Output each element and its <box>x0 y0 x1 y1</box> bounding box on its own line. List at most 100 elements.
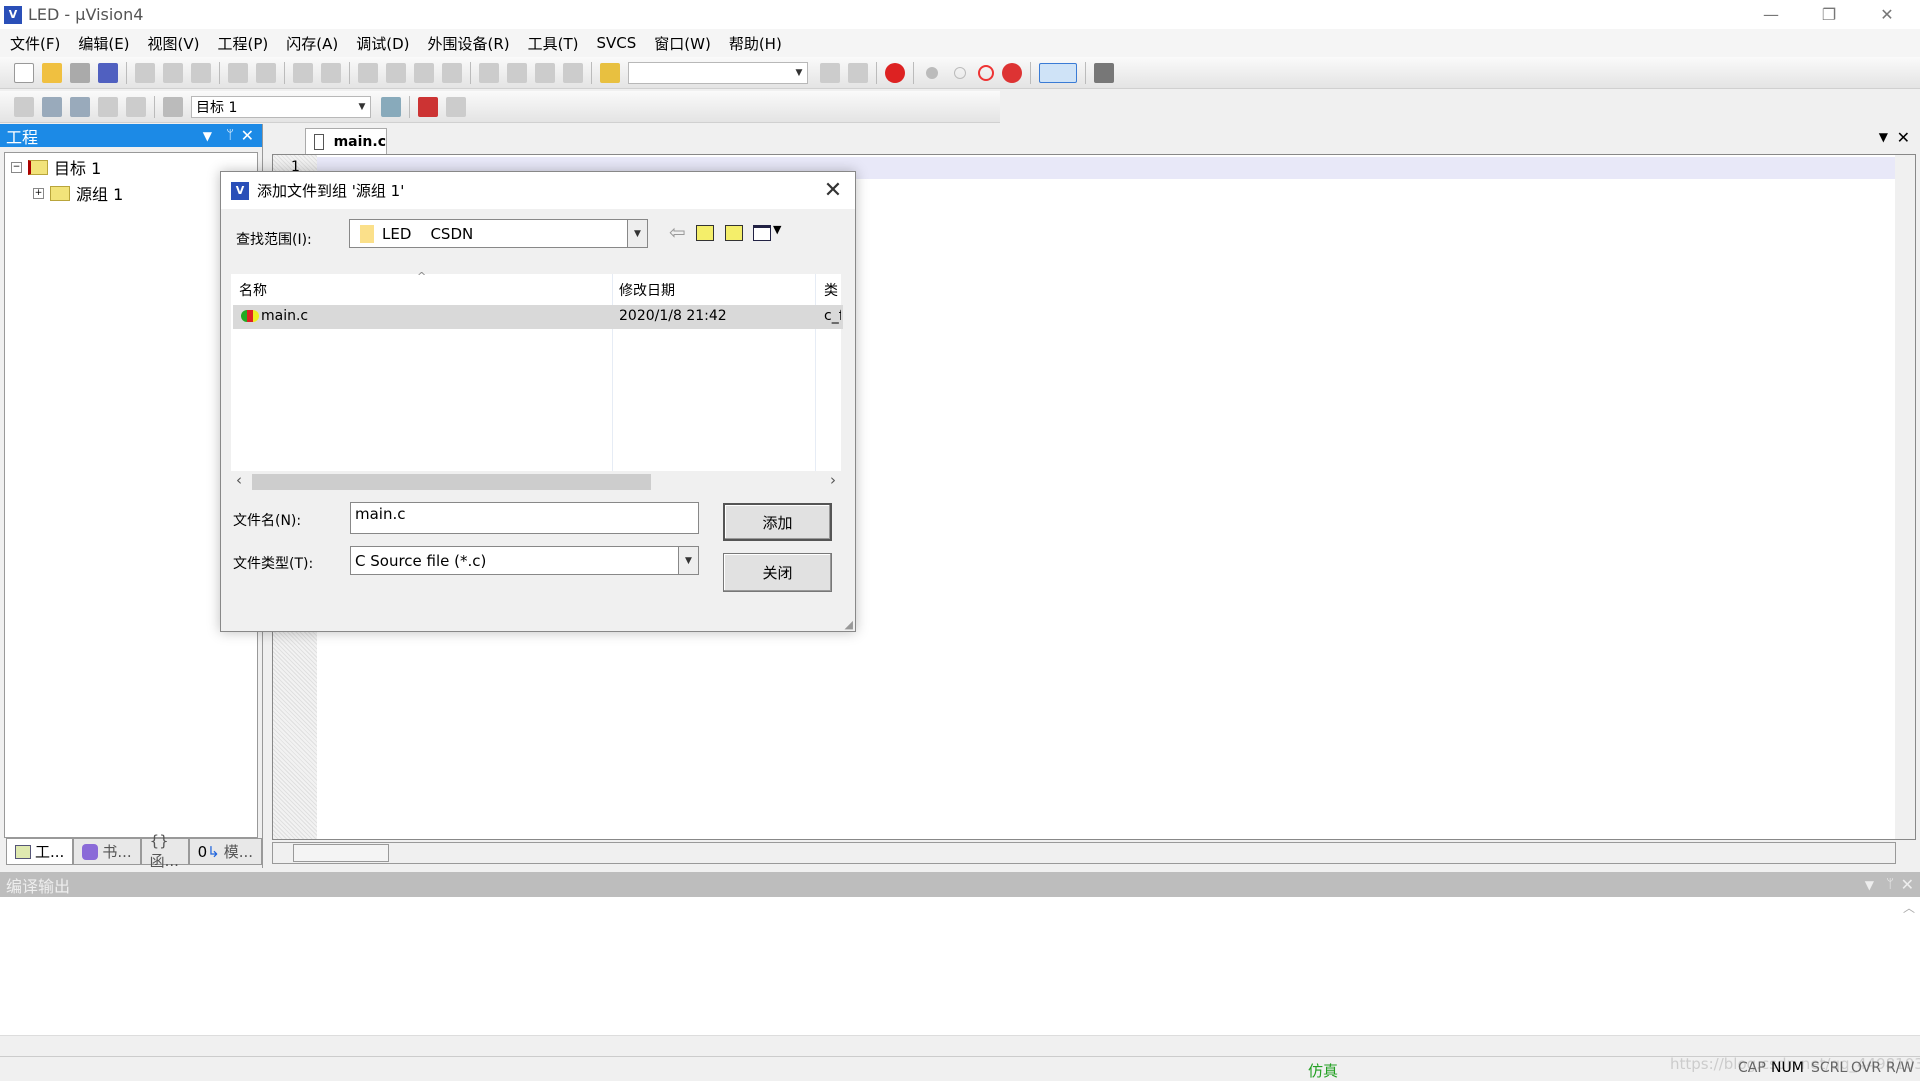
breakpoint-icon[interactable] <box>926 66 938 79</box>
menu-project[interactable]: 工程(P) <box>218 33 269 54</box>
redo-icon[interactable] <box>256 62 276 83</box>
incremental-find-icon[interactable] <box>848 62 868 83</box>
scroll-thumb[interactable] <box>252 474 651 490</box>
menu-flash[interactable]: 闪存(A) <box>286 33 338 54</box>
vertical-scrollbar[interactable]: ︿ <box>1900 899 1918 1037</box>
new-file-icon[interactable] <box>14 62 34 83</box>
debug-session-icon[interactable] <box>885 62 905 83</box>
column-name[interactable]: 名称 <box>239 280 267 300</box>
paste-icon[interactable] <box>191 62 211 83</box>
expand-icon[interactable]: + <box>33 187 44 199</box>
books-icon <box>82 843 99 860</box>
tab-project[interactable]: 工... <box>6 838 74 865</box>
bookmark-next-icon[interactable] <box>414 62 434 83</box>
new-folder-icon[interactable] <box>725 225 743 241</box>
bookmark-icon[interactable] <box>358 62 378 83</box>
find-in-files-icon[interactable] <box>600 62 620 83</box>
bookmark-prev-icon[interactable] <box>386 62 406 83</box>
pin-icon[interactable]: ᛘ <box>226 128 234 143</box>
outdent-icon[interactable] <box>507 62 527 83</box>
save-icon[interactable] <box>70 62 90 83</box>
copy-icon[interactable] <box>163 62 183 83</box>
collapse-icon[interactable]: − <box>11 161 22 173</box>
save-all-icon[interactable] <box>98 62 118 83</box>
column-type[interactable]: 类 <box>824 280 841 300</box>
look-in-select[interactable]: LED CSDN ▼ <box>349 219 648 248</box>
find-icon[interactable] <box>820 62 840 83</box>
target-select[interactable]: 目标 1 ▼ <box>191 95 371 118</box>
menu-help[interactable]: 帮助(H) <box>729 33 782 54</box>
cut-icon[interactable] <box>135 62 155 83</box>
indent-icon[interactable] <box>479 62 499 83</box>
pin-icon[interactable]: ᛘ <box>1886 877 1894 892</box>
bookmark-clear-icon[interactable] <box>442 62 462 83</box>
build-output-panel: 编译输出 ▼ ᛘ ✕ ︿ <box>0 872 1920 1037</box>
select-packs-icon[interactable] <box>446 96 466 117</box>
build-icon[interactable] <box>42 96 62 117</box>
filetype-select[interactable]: C Source file (*.c) ▼ <box>350 546 699 575</box>
menu-bar: 文件(F) 编辑(E) 视图(V) 工程(P) 闪存(A) 调试(D) 外围设备… <box>0 29 1920 57</box>
menu-file[interactable]: 文件(F) <box>10 33 60 54</box>
load-icon[interactable] <box>163 96 183 117</box>
tab-functions[interactable]: {} 函... <box>140 832 189 870</box>
view-menu-icon[interactable] <box>753 225 771 241</box>
find-combo[interactable]: ▼ <box>628 61 808 84</box>
scroll-thumb[interactable] <box>293 844 389 862</box>
column-date[interactable]: 修改日期 <box>619 280 675 300</box>
nav-forward-icon[interactable] <box>321 62 341 83</box>
menu-edit[interactable]: 编辑(E) <box>78 33 129 54</box>
menu-svcs[interactable]: SVCS <box>597 34 637 52</box>
up-folder-icon[interactable] <box>696 225 714 241</box>
close-dialog-button[interactable]: 关闭 <box>723 553 832 592</box>
tab-main-c[interactable]: main.c <box>305 128 387 154</box>
menu-debug[interactable]: 调试(D) <box>356 33 409 54</box>
close-icon[interactable]: ✕ <box>1901 875 1914 894</box>
dialog-close-button[interactable]: ✕ <box>821 178 845 203</box>
list-horizontal-scrollbar[interactable]: ‹ › <box>231 471 841 491</box>
restore-button[interactable]: ❐ <box>1800 0 1858 29</box>
rebuild-icon[interactable] <box>70 96 90 117</box>
add-button[interactable]: 添加 <box>723 503 832 541</box>
translate-icon[interactable] <box>14 96 34 117</box>
close-icon[interactable]: ✕ <box>241 126 254 145</box>
open-file-icon[interactable] <box>42 62 62 83</box>
horizontal-scrollbar[interactable] <box>272 842 1896 864</box>
menu-window[interactable]: 窗口(W) <box>654 33 711 54</box>
batch-build-icon[interactable] <box>98 96 118 117</box>
breakpoint-disable-icon[interactable] <box>954 66 966 79</box>
tab-templates[interactable]: 0↳ 模... <box>188 838 262 865</box>
resize-grip-icon[interactable]: ◢ <box>845 618 853 631</box>
comment-icon[interactable] <box>535 62 555 83</box>
target-options-icon[interactable] <box>381 96 401 117</box>
close-tab-icon[interactable]: ✕ <box>1897 128 1910 147</box>
scroll-right-icon[interactable]: › <box>830 471 836 489</box>
window-layout-icon[interactable] <box>1039 62 1077 83</box>
configure-icon[interactable] <box>1094 62 1114 83</box>
breakpoint-kill-all-icon[interactable] <box>1002 62 1022 83</box>
menu-tools[interactable]: 工具(T) <box>528 33 579 54</box>
file-row[interactable]: main.c 2020/1/8 21:42 c_f <box>233 305 843 329</box>
chevron-down-icon[interactable]: ▼ <box>773 223 781 236</box>
nav-back-icon[interactable] <box>293 62 313 83</box>
tree-node-target[interactable]: − 目标 1 <box>11 155 101 179</box>
stop-build-icon[interactable] <box>126 96 146 117</box>
filename-input[interactable]: main.c <box>350 502 699 534</box>
close-button[interactable]: ✕ <box>1858 0 1916 29</box>
back-icon[interactable]: ⇦ <box>669 220 686 244</box>
undo-icon[interactable] <box>228 62 248 83</box>
uncomment-icon[interactable] <box>563 62 583 83</box>
tab-books[interactable]: 书... <box>73 838 141 865</box>
output-horizontal-scrollbar[interactable] <box>0 1035 1920 1055</box>
vertical-scrollbar[interactable] <box>1895 155 1915 839</box>
dropdown-icon[interactable]: ▼ <box>1865 878 1874 892</box>
tab-list-icon[interactable]: ▼ <box>1879 130 1888 144</box>
dropdown-icon[interactable]: ▼ <box>203 129 212 143</box>
menu-view[interactable]: 视图(V) <box>148 33 200 54</box>
breakpoint-disable-all-icon[interactable] <box>978 64 994 81</box>
menu-peripherals[interactable]: 外围设备(R) <box>427 33 509 54</box>
minimize-button[interactable]: — <box>1742 0 1800 29</box>
scroll-left-icon[interactable]: ‹ <box>236 471 242 489</box>
manage-components-icon[interactable] <box>418 96 438 117</box>
rw-indicator: R/W <box>1886 1060 1915 1076</box>
tree-node-source-group[interactable]: + 源组 1 <box>33 181 123 205</box>
